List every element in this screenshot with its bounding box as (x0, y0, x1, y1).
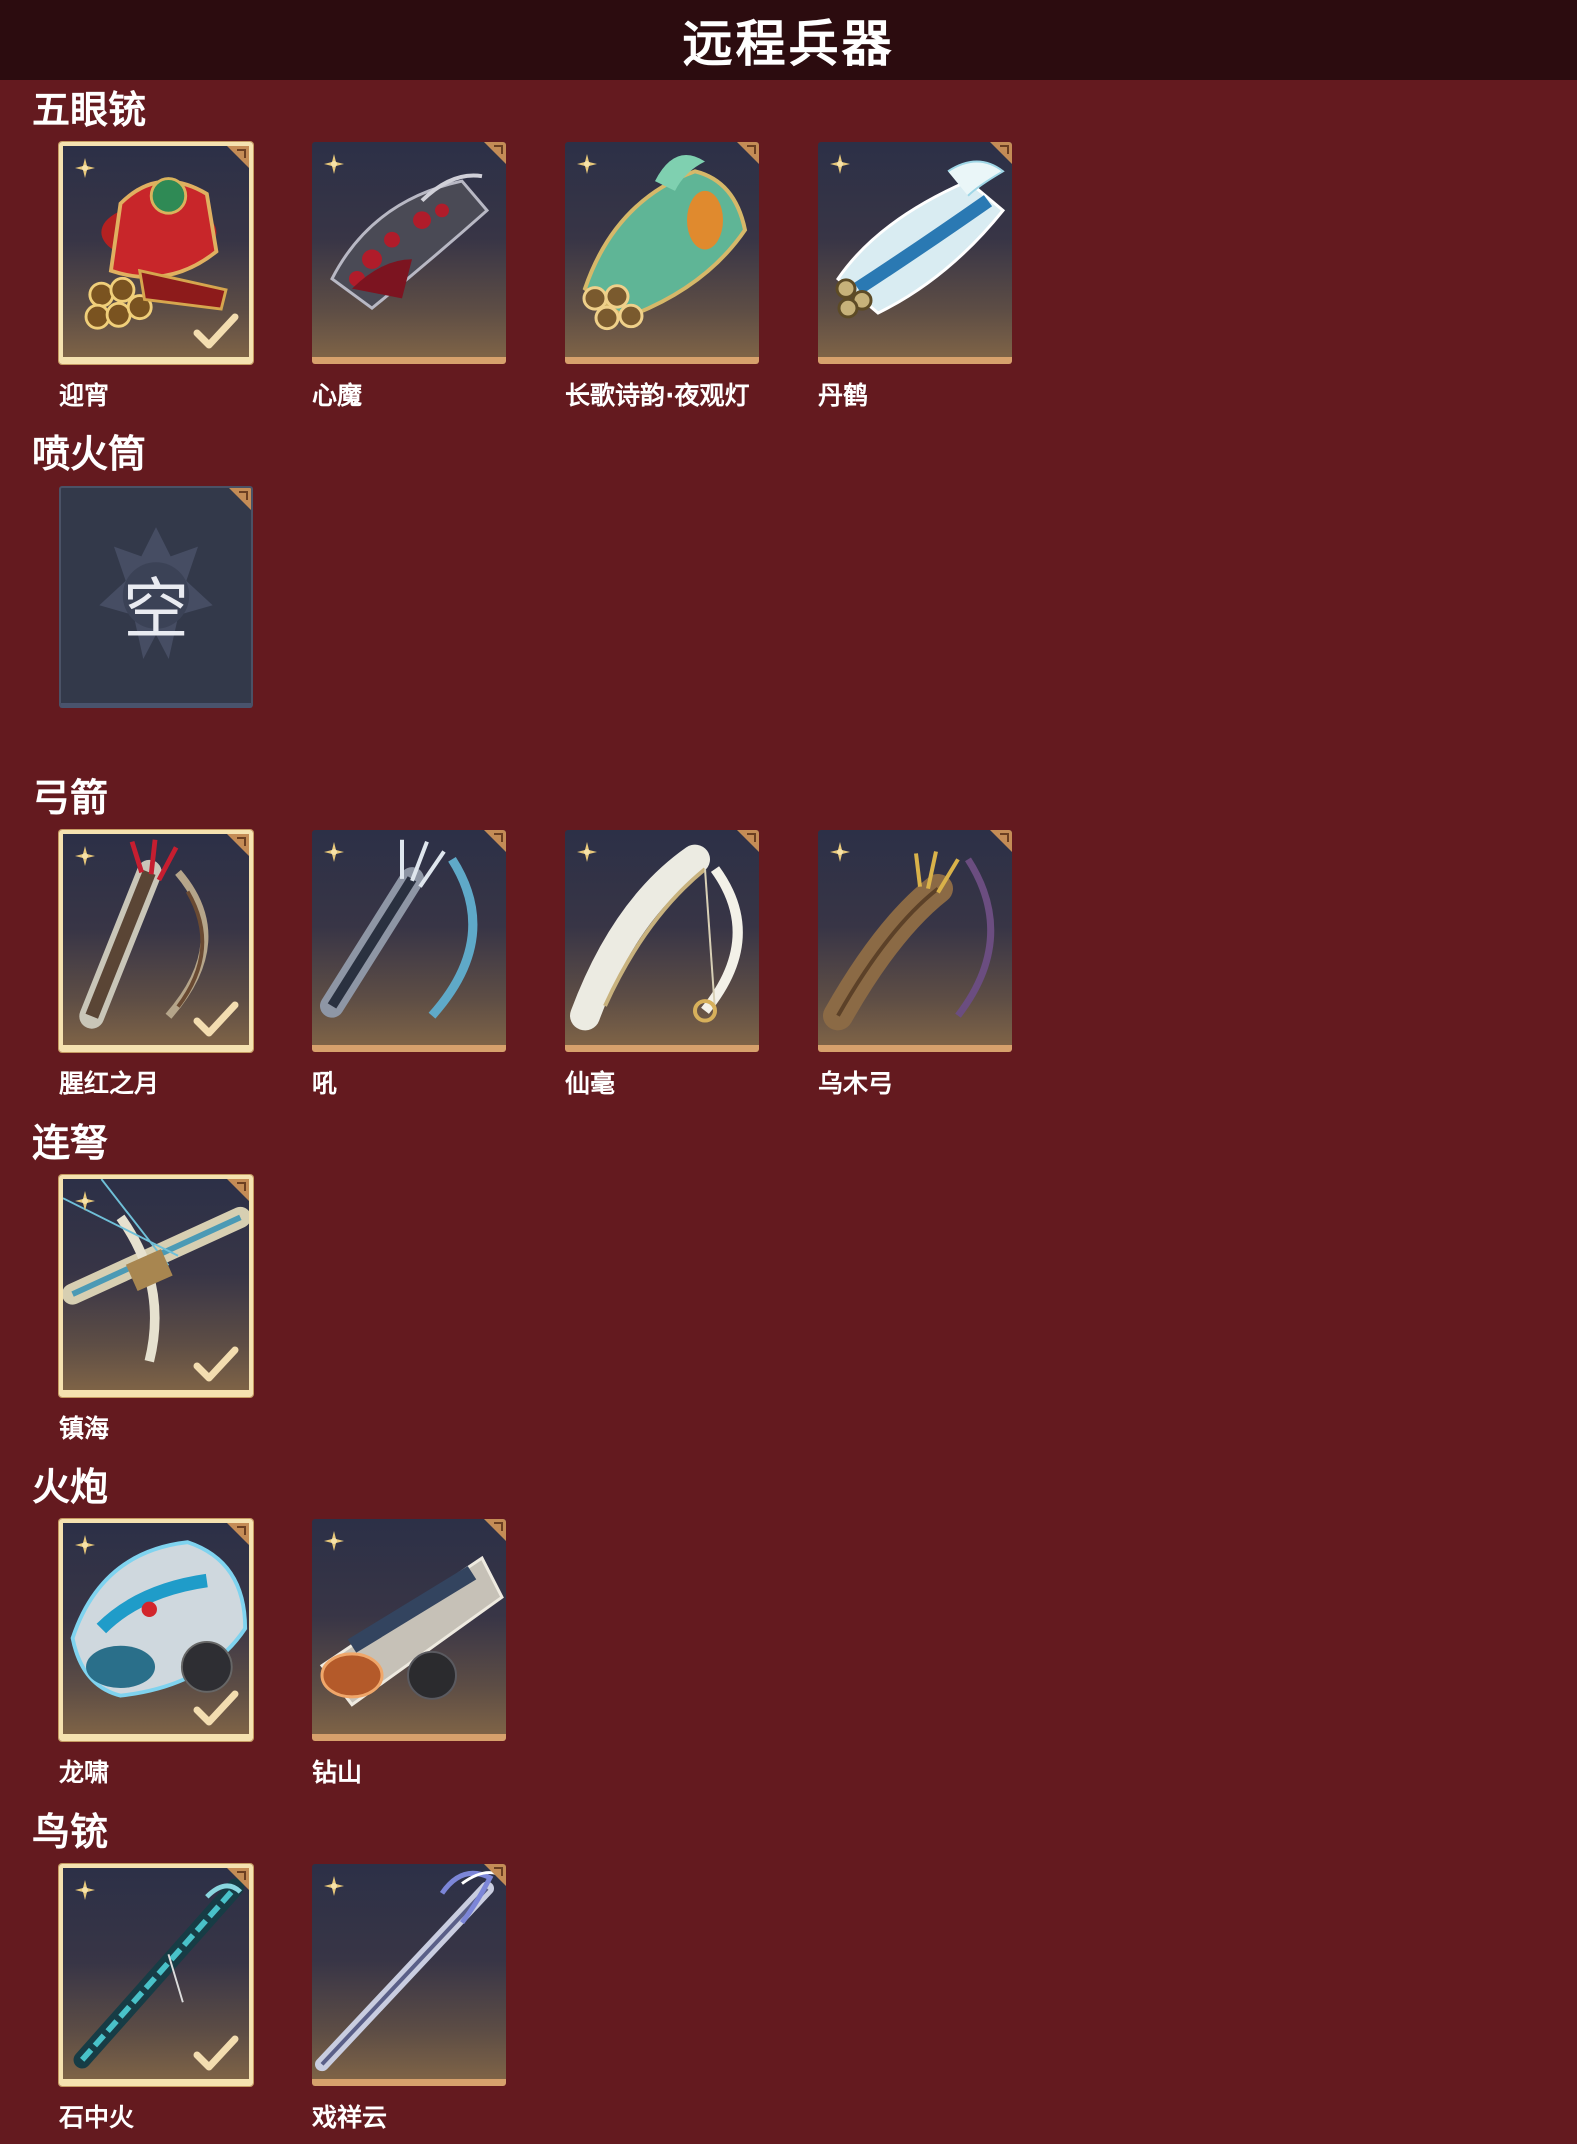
corner-tag-icon (227, 146, 249, 168)
weapon-name: 石中火 (59, 2103, 135, 2132)
weapon-tile[interactable] (59, 1175, 253, 1397)
rarity-star-icon (830, 154, 850, 174)
weapon-name: 乌木弓 (818, 1069, 894, 1098)
rarity-star-icon (577, 154, 597, 174)
weapon-name: 丹鹤 (818, 381, 869, 410)
weapon-card[interactable]: 戏祥云 (312, 1864, 506, 2132)
weapon-card[interactable]: 心魔 (312, 142, 506, 410)
weapon-card[interactable]: 仙毫 (565, 830, 759, 1098)
weapon-card[interactable]: 迎宵 (59, 142, 253, 410)
weapon-name: 腥红之月 (59, 1069, 160, 1098)
weapon-card[interactable]: 石中火 (59, 1864, 253, 2132)
corner-tag-icon (990, 142, 1012, 164)
weapon-name: 镇海 (59, 1414, 110, 1443)
weapon-name: 迎宵 (59, 381, 110, 410)
rarity-star-icon (75, 846, 95, 866)
weapon-tile[interactable] (59, 830, 253, 1052)
empty-weapon-slot[interactable]: 空 (59, 486, 253, 708)
section-title: 鸟铳 (32, 1810, 109, 1854)
equipped-check-icon (193, 1346, 239, 1382)
weapon-grid: 龙啸 钻山 (59, 1519, 1059, 1799)
weapon-tile[interactable] (312, 830, 506, 1052)
weapon-name: 心魔 (312, 381, 363, 410)
weapon-name: 钻山 (312, 1758, 363, 1787)
section-title: 连弩 (32, 1121, 109, 1165)
section-title: 火炮 (32, 1465, 109, 1509)
page-title: 远程兵器 (682, 15, 895, 73)
weapon-tile[interactable] (59, 142, 253, 364)
weapon-name: 吼 (312, 1069, 338, 1098)
weapon-card[interactable]: 龙啸 (59, 1519, 253, 1787)
weapon-card[interactable]: 长歌诗韵·夜观灯 (565, 142, 759, 410)
header-bar: 远程兵器 (0, 0, 1577, 80)
rarity-star-icon (324, 1876, 344, 1896)
weapon-tile[interactable] (312, 142, 506, 364)
equipped-check-icon (193, 1001, 239, 1037)
rarity-star-icon (577, 842, 597, 862)
weapon-grid: 空 (59, 486, 1059, 766)
weapon-card[interactable]: 吼 (312, 830, 506, 1098)
rarity-star-icon (75, 1535, 95, 1555)
weapon-card[interactable]: 镇海 (59, 1175, 253, 1443)
weapon-tile[interactable]: 空 (59, 486, 253, 708)
weapon-name: 龙啸 (59, 1758, 110, 1787)
weapon-grid: 迎宵 心魔 长歌诗韵·夜观灯 丹鹤 (59, 142, 1059, 422)
empty-slot-label: 空 (123, 571, 189, 648)
corner-tag-icon (737, 830, 759, 852)
corner-tag-icon (484, 1519, 506, 1541)
equipped-check-icon (193, 2035, 239, 2071)
weapon-tile[interactable] (565, 830, 759, 1052)
weapon-tile[interactable] (818, 142, 1012, 364)
weapon-name: 戏祥云 (312, 2103, 388, 2132)
weapon-name: 仙毫 (565, 1069, 616, 1098)
corner-tag-icon (229, 488, 251, 510)
rarity-star-icon (324, 842, 344, 862)
weapon-grid: 石中火 戏祥云 (59, 1864, 1059, 2144)
weapon-tile[interactable] (312, 1864, 506, 2086)
corner-tag-icon (484, 830, 506, 852)
weapon-tile[interactable] (818, 830, 1012, 1052)
section-title: 五眼铳 (32, 88, 147, 132)
weapon-tile[interactable] (312, 1519, 506, 1741)
rarity-star-icon (324, 1531, 344, 1551)
section-title: 喷火筒 (32, 432, 147, 476)
weapon-tile[interactable] (59, 1864, 253, 2086)
equipped-check-icon (193, 313, 239, 349)
corner-tag-icon (484, 1864, 506, 1886)
weapon-grid: 腥红之月 吼 仙毫 乌木弓 (59, 830, 1059, 1110)
weapon-tile[interactable] (59, 1519, 253, 1741)
rarity-star-icon (75, 1880, 95, 1900)
corner-tag-icon (484, 142, 506, 164)
corner-tag-icon (737, 142, 759, 164)
rarity-star-icon (324, 154, 344, 174)
corner-tag-icon (227, 1868, 249, 1890)
rarity-star-icon (75, 1191, 95, 1211)
weapon-card[interactable]: 丹鹤 (818, 142, 1012, 410)
equipped-check-icon (193, 1690, 239, 1726)
rarity-star-icon (830, 842, 850, 862)
weapon-grid: 镇海 (59, 1175, 1059, 1455)
corner-tag-icon (227, 1523, 249, 1545)
corner-tag-icon (227, 834, 249, 856)
rarity-star-icon (75, 158, 95, 178)
weapon-name: 长歌诗韵·夜观灯 (565, 381, 750, 410)
weapon-tile[interactable] (565, 142, 759, 364)
corner-tag-icon (990, 830, 1012, 852)
weapon-card[interactable]: 钻山 (312, 1519, 506, 1787)
weapon-card[interactable]: 腥红之月 (59, 830, 253, 1098)
corner-tag-icon (227, 1179, 249, 1201)
section-title: 弓箭 (32, 776, 109, 820)
weapon-card[interactable]: 乌木弓 (818, 830, 1012, 1098)
